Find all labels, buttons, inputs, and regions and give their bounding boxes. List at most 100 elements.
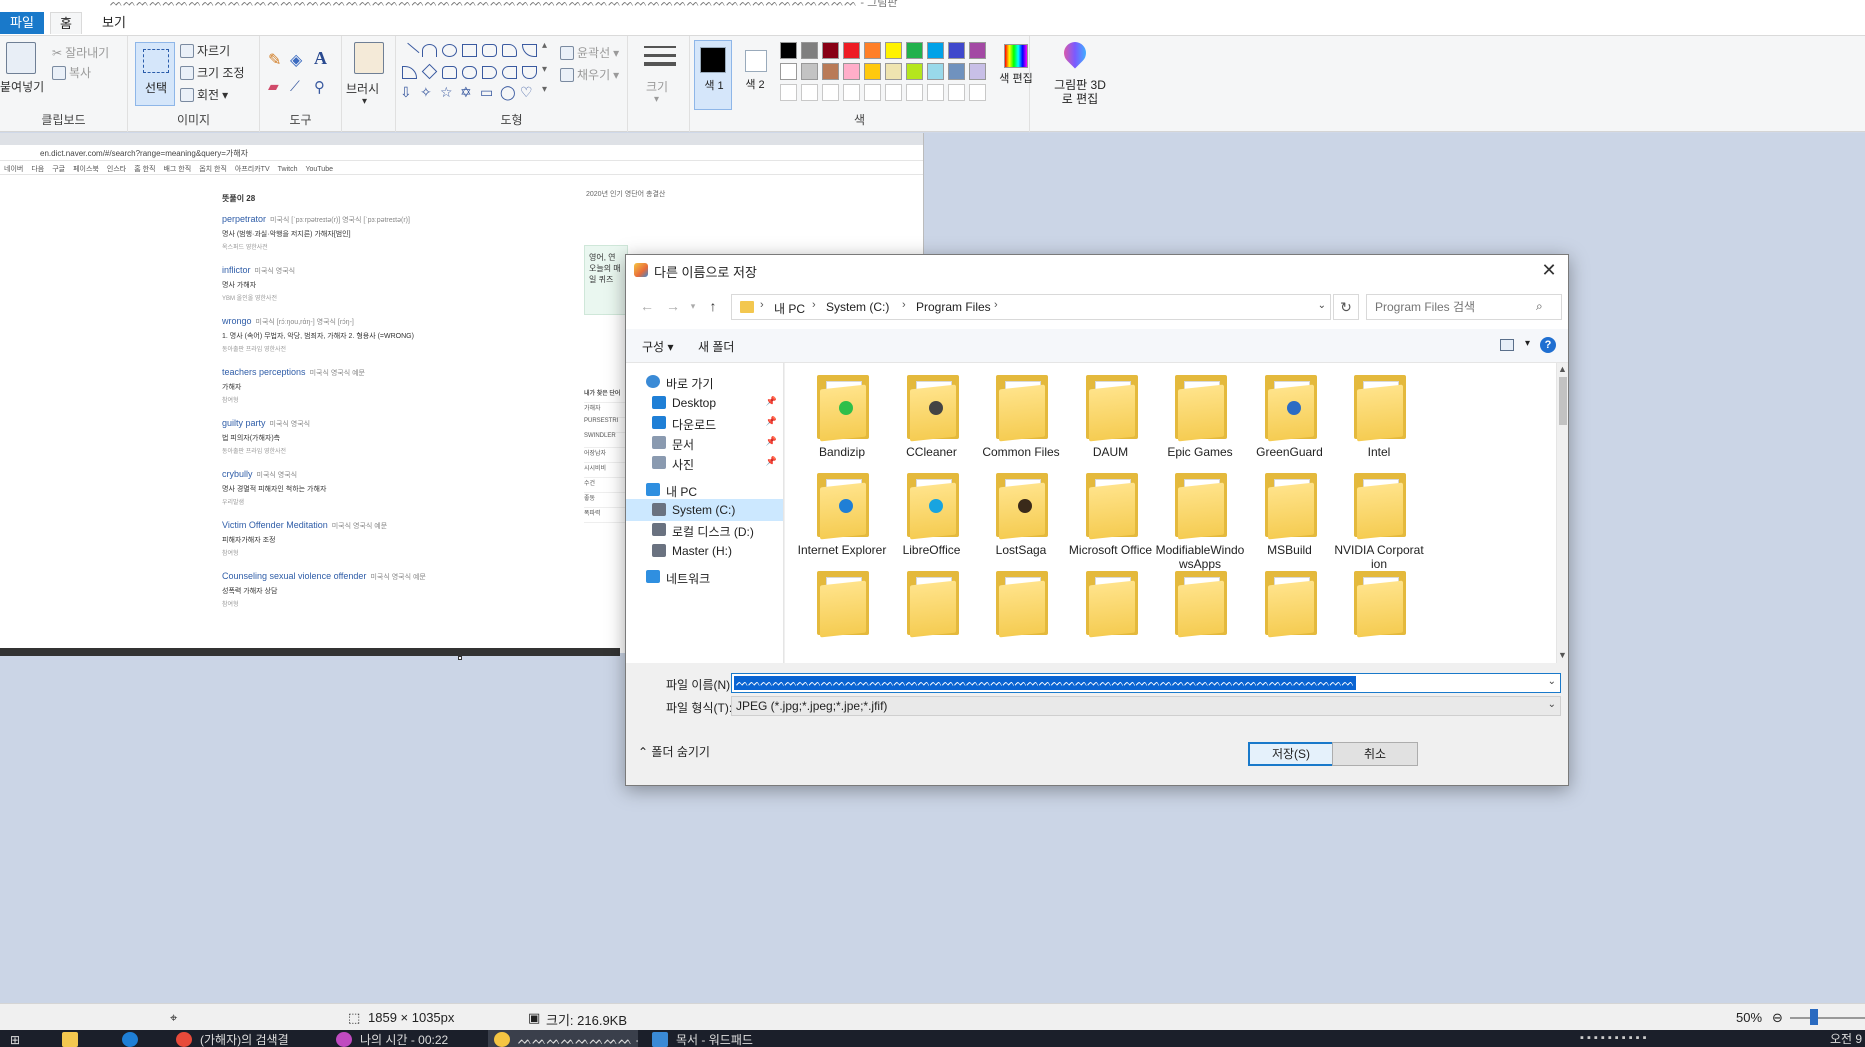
palette-swatch[interactable] [948, 42, 965, 59]
resize-button[interactable]: 크기 조정 [180, 64, 245, 81]
filetype-select[interactable]: JPEG (*.jpg;*.jpeg;*.jpe;*.jfif) ⌄ [731, 696, 1561, 716]
polygon-shape-icon[interactable] [502, 44, 517, 57]
palette-swatch[interactable] [927, 63, 944, 80]
palette-swatch[interactable] [885, 42, 902, 59]
palette-swatch[interactable] [822, 63, 839, 80]
size-group[interactable]: 크기 ▾ [628, 36, 690, 132]
canvas-resize-handle[interactable] [458, 656, 462, 660]
copy-button[interactable]: 복사 [52, 64, 91, 81]
nav-item[interactable]: 로컬 디스크 (D:) [626, 519, 783, 541]
view-options-icon[interactable] [1500, 339, 1514, 351]
tab-view[interactable]: 보기 [98, 12, 130, 34]
zoom-slider-thumb[interactable] [1810, 1009, 1818, 1025]
folder-item[interactable]: ModifiableWindowsApps [1155, 473, 1245, 571]
chevron-down-icon[interactable]: ▾ [1525, 338, 1530, 349]
new-folder-button[interactable]: 새 폴더 [698, 338, 734, 355]
diamond-shape-icon[interactable] [421, 63, 438, 80]
palette-swatch[interactable] [780, 42, 797, 59]
pentagon-shape-icon[interactable] [442, 66, 457, 79]
hexagon-shape-icon[interactable] [462, 66, 477, 79]
folder-item[interactable]: Epic Games [1155, 375, 1245, 471]
file-explorer-icon[interactable] [62, 1032, 78, 1047]
palette-swatch[interactable] [906, 42, 923, 59]
oval-shape-icon[interactable] [442, 44, 457, 57]
hide-folders-button[interactable]: ⌃ 폴더 숨기기 [638, 743, 710, 760]
palette-swatch-empty[interactable] [906, 84, 923, 101]
outline-button[interactable]: 윤곽선 ▾ [560, 44, 619, 61]
cancel-button[interactable]: 취소 [1332, 742, 1418, 766]
ie-icon[interactable] [122, 1032, 138, 1047]
fill-bucket-icon[interactable]: ◈ [290, 50, 302, 70]
palette-swatch-empty[interactable] [864, 84, 881, 101]
scroll-down-icon[interactable]: ▼ [1558, 650, 1567, 660]
folder-item[interactable]: LostSaga [976, 473, 1066, 569]
rectangle-shape-icon[interactable] [462, 44, 477, 57]
color1-button[interactable]: 색 1 [694, 40, 732, 110]
back-button[interactable]: ← [638, 297, 656, 315]
folder-item[interactable]: LibreOffice [887, 473, 977, 569]
rotate-button[interactable]: 회전 ▾ [180, 86, 228, 103]
select-button[interactable]: 선택 [135, 42, 175, 106]
shapes-expand-icon[interactable]: ▾ [542, 84, 547, 95]
organize-button[interactable]: 구성 ▾ [642, 338, 673, 355]
shapes-scroll-down-icon[interactable]: ▾ [542, 64, 547, 75]
arrow-right-shape-icon[interactable] [482, 66, 497, 79]
pencil-icon[interactable]: ✎ [268, 50, 281, 70]
palette-swatch[interactable] [801, 42, 818, 59]
palette-swatch-empty[interactable] [969, 84, 986, 101]
paste-button[interactable]: 붙여넣기 [0, 78, 44, 95]
palette-swatch[interactable] [885, 63, 902, 80]
palette-swatch-empty[interactable] [822, 84, 839, 101]
folder-item[interactable] [797, 571, 887, 663]
zoom-out-button[interactable]: ⊖ [1772, 1010, 1783, 1026]
folder-item[interactable] [1066, 571, 1156, 663]
chevron-down-icon[interactable]: ⌄ [1318, 300, 1326, 311]
cut-button[interactable]: ✂ 잘라내기 [52, 44, 109, 61]
brushes-group[interactable]: 브러시 ▾ [342, 36, 396, 132]
triangle-shape-icon[interactable] [522, 44, 537, 57]
nav-item[interactable]: 문서 📌 [626, 432, 783, 454]
filename-input[interactable]: ᨓᨓᨓᨓᨓᨓᨓᨓᨓᨓᨓᨓᨓᨓᨓᨓᨓᨓᨓᨓᨓᨓᨓᨓᨓᨓᨓᨓᨓᨓᨓᨓᨓᨓᨓᨓᨓᨓᨓᨓ… [731, 673, 1561, 693]
magnifier-icon[interactable]: ⚲ [314, 78, 325, 96]
palette-swatch-empty[interactable] [927, 84, 944, 101]
nav-item[interactable]: 바로 가기 [626, 371, 783, 393]
file-list-scrollbar[interactable]: ▲ ▼ [1556, 363, 1568, 663]
palette-swatch-empty[interactable] [801, 84, 818, 101]
right-triangle-shape-icon[interactable] [402, 66, 417, 79]
eraser-icon[interactable]: ▰ [268, 78, 279, 95]
nav-item[interactable]: System (C:) [626, 499, 783, 521]
folder-item[interactable]: MSBuild [1245, 473, 1335, 569]
folder-item[interactable]: CCleaner [887, 375, 977, 471]
tray-icons[interactable]: ▪ ▪ ▪ ▪ ▪ ▪ ▪ ▪ ▪ ▪ [1580, 1032, 1647, 1044]
folder-item[interactable]: Intel [1334, 375, 1424, 471]
rounded-rect-shape-icon[interactable] [482, 44, 497, 57]
scroll-up-icon[interactable]: ▲ [1558, 364, 1567, 374]
breadcrumb-program-files[interactable]: Program Files [916, 300, 991, 314]
folder-item[interactable]: DAUM [1066, 375, 1156, 471]
taskbar-item-wordpad[interactable]: 목서 - 워드패드 [646, 1030, 796, 1047]
nav-item[interactable]: 네트워크 [626, 566, 783, 588]
palette-swatch-empty[interactable] [885, 84, 902, 101]
save-button[interactable]: 저장(S) [1248, 742, 1334, 766]
close-button[interactable]: ✕ [1538, 259, 1560, 281]
help-icon[interactable]: ? [1540, 337, 1556, 353]
palette-swatch[interactable] [780, 63, 797, 80]
folder-item[interactable]: Bandizip [797, 375, 887, 471]
color2-button[interactable]: 색 2 [736, 40, 774, 110]
tab-file[interactable]: 파일 [0, 12, 44, 34]
arrow-left-shape-icon[interactable] [502, 66, 517, 79]
zoom-slider[interactable] [1790, 1017, 1865, 1019]
text-tool-icon[interactable]: A [314, 48, 327, 69]
palette-swatch[interactable] [969, 63, 986, 80]
color-picker-icon[interactable]: ⟋ [290, 78, 300, 95]
nav-item[interactable]: Desktop 📌 [626, 392, 783, 414]
search-input[interactable] [1366, 294, 1562, 320]
refresh-button[interactable]: ↻ [1333, 294, 1359, 320]
palette-swatch-empty[interactable] [843, 84, 860, 101]
recent-dropdown[interactable]: ▾ [684, 297, 702, 315]
star4-shape-icon[interactable]: ✧ [420, 84, 432, 101]
arrow-down-shape-icon[interactable]: ⇩ [400, 84, 412, 101]
chevron-down-icon[interactable]: ⌄ [1548, 676, 1556, 687]
forward-button[interactable]: → [664, 297, 682, 315]
palette-swatch-empty[interactable] [948, 84, 965, 101]
